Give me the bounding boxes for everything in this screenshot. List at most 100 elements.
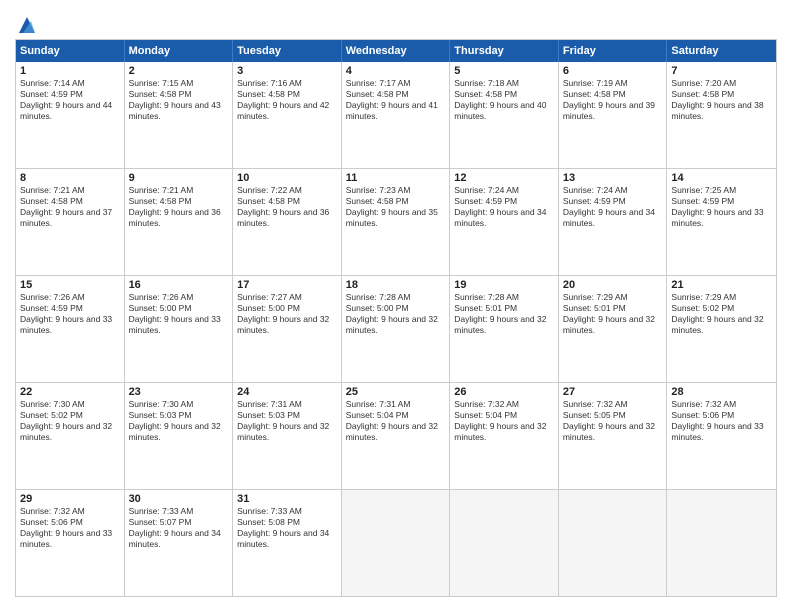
day-number: 5 [454, 65, 554, 77]
day-number: 3 [237, 65, 337, 77]
day-number: 24 [237, 386, 337, 398]
calendar-header-cell: Sunday [16, 40, 125, 62]
calendar-cell: 7 Sunrise: 7:20 AM Sunset: 4:58 PM Dayli… [667, 62, 776, 168]
calendar-cell: 22 Sunrise: 7:30 AM Sunset: 5:02 PM Dayl… [16, 383, 125, 489]
day-number: 4 [346, 65, 446, 77]
calendar-row: 15 Sunrise: 7:26 AM Sunset: 4:59 PM Dayl… [16, 275, 776, 382]
calendar-header-cell: Friday [559, 40, 668, 62]
calendar-cell: 6 Sunrise: 7:19 AM Sunset: 4:58 PM Dayli… [559, 62, 668, 168]
day-info: Sunrise: 7:25 AM Sunset: 4:59 PM Dayligh… [671, 185, 772, 229]
day-number: 13 [563, 172, 663, 184]
calendar-cell: 9 Sunrise: 7:21 AM Sunset: 4:58 PM Dayli… [125, 169, 234, 275]
day-info: Sunrise: 7:26 AM Sunset: 4:59 PM Dayligh… [20, 292, 120, 336]
calendar-cell: 5 Sunrise: 7:18 AM Sunset: 4:58 PM Dayli… [450, 62, 559, 168]
calendar-row: 22 Sunrise: 7:30 AM Sunset: 5:02 PM Dayl… [16, 382, 776, 489]
day-number: 18 [346, 279, 446, 291]
day-info: Sunrise: 7:31 AM Sunset: 5:04 PM Dayligh… [346, 399, 446, 443]
day-info: Sunrise: 7:32 AM Sunset: 5:06 PM Dayligh… [671, 399, 772, 443]
calendar-cell [559, 490, 668, 596]
day-info: Sunrise: 7:32 AM Sunset: 5:06 PM Dayligh… [20, 506, 120, 550]
day-info: Sunrise: 7:24 AM Sunset: 4:59 PM Dayligh… [454, 185, 554, 229]
day-info: Sunrise: 7:19 AM Sunset: 4:58 PM Dayligh… [563, 78, 663, 122]
day-number: 27 [563, 386, 663, 398]
day-info: Sunrise: 7:16 AM Sunset: 4:58 PM Dayligh… [237, 78, 337, 122]
day-info: Sunrise: 7:21 AM Sunset: 4:58 PM Dayligh… [129, 185, 229, 229]
calendar-cell: 3 Sunrise: 7:16 AM Sunset: 4:58 PM Dayli… [233, 62, 342, 168]
day-number: 10 [237, 172, 337, 184]
logo-icon [17, 15, 37, 35]
day-number: 2 [129, 65, 229, 77]
day-number: 9 [129, 172, 229, 184]
calendar-row: 8 Sunrise: 7:21 AM Sunset: 4:58 PM Dayli… [16, 168, 776, 275]
day-info: Sunrise: 7:29 AM Sunset: 5:01 PM Dayligh… [563, 292, 663, 336]
calendar-header-cell: Tuesday [233, 40, 342, 62]
calendar-cell: 14 Sunrise: 7:25 AM Sunset: 4:59 PM Dayl… [667, 169, 776, 275]
day-number: 26 [454, 386, 554, 398]
day-number: 21 [671, 279, 772, 291]
calendar-header-cell: Wednesday [342, 40, 451, 62]
calendar-cell [450, 490, 559, 596]
logo [15, 15, 37, 31]
calendar-header-cell: Monday [125, 40, 234, 62]
day-number: 15 [20, 279, 120, 291]
day-number: 19 [454, 279, 554, 291]
calendar-cell [342, 490, 451, 596]
day-number: 25 [346, 386, 446, 398]
calendar-cell: 31 Sunrise: 7:33 AM Sunset: 5:08 PM Dayl… [233, 490, 342, 596]
day-info: Sunrise: 7:18 AM Sunset: 4:58 PM Dayligh… [454, 78, 554, 122]
day-info: Sunrise: 7:15 AM Sunset: 4:58 PM Dayligh… [129, 78, 229, 122]
calendar-cell: 16 Sunrise: 7:26 AM Sunset: 5:00 PM Dayl… [125, 276, 234, 382]
calendar-cell: 19 Sunrise: 7:28 AM Sunset: 5:01 PM Dayl… [450, 276, 559, 382]
calendar-cell: 25 Sunrise: 7:31 AM Sunset: 5:04 PM Dayl… [342, 383, 451, 489]
day-info: Sunrise: 7:30 AM Sunset: 5:02 PM Dayligh… [20, 399, 120, 443]
day-number: 6 [563, 65, 663, 77]
day-info: Sunrise: 7:26 AM Sunset: 5:00 PM Dayligh… [129, 292, 229, 336]
calendar-cell: 23 Sunrise: 7:30 AM Sunset: 5:03 PM Dayl… [125, 383, 234, 489]
calendar-cell: 13 Sunrise: 7:24 AM Sunset: 4:59 PM Dayl… [559, 169, 668, 275]
day-number: 8 [20, 172, 120, 184]
day-info: Sunrise: 7:33 AM Sunset: 5:07 PM Dayligh… [129, 506, 229, 550]
calendar-cell: 15 Sunrise: 7:26 AM Sunset: 4:59 PM Dayl… [16, 276, 125, 382]
day-number: 29 [20, 493, 120, 505]
calendar-header-cell: Saturday [667, 40, 776, 62]
calendar-row: 1 Sunrise: 7:14 AM Sunset: 4:59 PM Dayli… [16, 62, 776, 168]
calendar-cell: 26 Sunrise: 7:32 AM Sunset: 5:04 PM Dayl… [450, 383, 559, 489]
day-info: Sunrise: 7:30 AM Sunset: 5:03 PM Dayligh… [129, 399, 229, 443]
calendar-cell [667, 490, 776, 596]
day-number: 12 [454, 172, 554, 184]
day-number: 11 [346, 172, 446, 184]
day-info: Sunrise: 7:29 AM Sunset: 5:02 PM Dayligh… [671, 292, 772, 336]
day-number: 7 [671, 65, 772, 77]
day-info: Sunrise: 7:32 AM Sunset: 5:05 PM Dayligh… [563, 399, 663, 443]
day-number: 31 [237, 493, 337, 505]
day-info: Sunrise: 7:28 AM Sunset: 5:01 PM Dayligh… [454, 292, 554, 336]
calendar-cell: 10 Sunrise: 7:22 AM Sunset: 4:58 PM Dayl… [233, 169, 342, 275]
day-info: Sunrise: 7:21 AM Sunset: 4:58 PM Dayligh… [20, 185, 120, 229]
day-number: 16 [129, 279, 229, 291]
calendar-body: 1 Sunrise: 7:14 AM Sunset: 4:59 PM Dayli… [16, 62, 776, 596]
calendar-cell: 27 Sunrise: 7:32 AM Sunset: 5:05 PM Dayl… [559, 383, 668, 489]
calendar-header: SundayMondayTuesdayWednesdayThursdayFrid… [16, 40, 776, 62]
calendar-cell: 4 Sunrise: 7:17 AM Sunset: 4:58 PM Dayli… [342, 62, 451, 168]
day-number: 20 [563, 279, 663, 291]
calendar-cell: 28 Sunrise: 7:32 AM Sunset: 5:06 PM Dayl… [667, 383, 776, 489]
calendar-header-cell: Thursday [450, 40, 559, 62]
day-number: 17 [237, 279, 337, 291]
calendar-cell: 11 Sunrise: 7:23 AM Sunset: 4:58 PM Dayl… [342, 169, 451, 275]
calendar-row: 29 Sunrise: 7:32 AM Sunset: 5:06 PM Dayl… [16, 489, 776, 596]
header [15, 15, 777, 31]
day-number: 1 [20, 65, 120, 77]
calendar-cell: 21 Sunrise: 7:29 AM Sunset: 5:02 PM Dayl… [667, 276, 776, 382]
calendar-cell: 17 Sunrise: 7:27 AM Sunset: 5:00 PM Dayl… [233, 276, 342, 382]
day-info: Sunrise: 7:20 AM Sunset: 4:58 PM Dayligh… [671, 78, 772, 122]
day-info: Sunrise: 7:28 AM Sunset: 5:00 PM Dayligh… [346, 292, 446, 336]
calendar-cell: 29 Sunrise: 7:32 AM Sunset: 5:06 PM Dayl… [16, 490, 125, 596]
calendar-cell: 12 Sunrise: 7:24 AM Sunset: 4:59 PM Dayl… [450, 169, 559, 275]
day-info: Sunrise: 7:27 AM Sunset: 5:00 PM Dayligh… [237, 292, 337, 336]
calendar: SundayMondayTuesdayWednesdayThursdayFrid… [15, 39, 777, 597]
day-number: 23 [129, 386, 229, 398]
day-number: 30 [129, 493, 229, 505]
day-number: 14 [671, 172, 772, 184]
day-info: Sunrise: 7:17 AM Sunset: 4:58 PM Dayligh… [346, 78, 446, 122]
calendar-cell: 2 Sunrise: 7:15 AM Sunset: 4:58 PM Dayli… [125, 62, 234, 168]
